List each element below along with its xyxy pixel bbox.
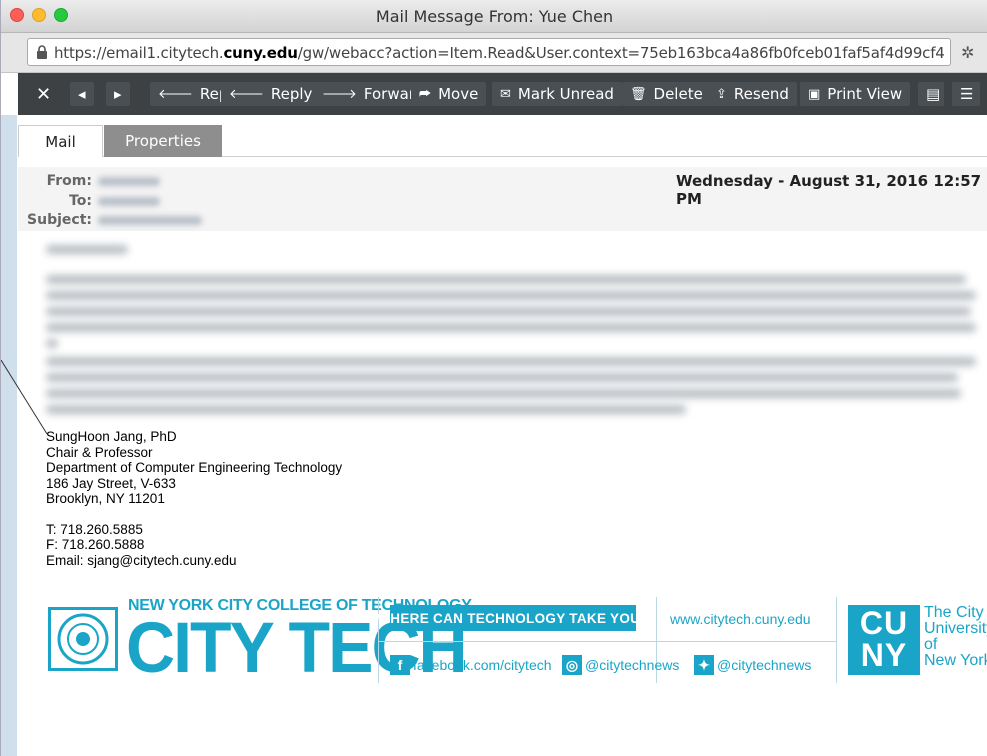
body-text-redacted: [46, 245, 128, 254]
move-button[interactable]: ⮫ Move: [411, 82, 487, 106]
to-label: To:: [69, 193, 92, 209]
twitter-icon: ✦: [694, 655, 714, 675]
signature-fax: F: 718.260.5888: [46, 537, 145, 552]
arrow-left-icon: 🡐: [229, 87, 264, 102]
body-text-redacted: [46, 339, 58, 348]
message-date: Wednesday - August 31, 2016 12:57 PM: [676, 172, 982, 208]
arrow-left-icon: 🡐: [158, 87, 193, 102]
print-view-button[interactable]: ▣ Print View: [800, 82, 911, 106]
signature-name: SungHoon Jang, PhD: [46, 429, 177, 444]
body-text-redacted: [46, 323, 976, 332]
subject-value-redacted: [98, 216, 202, 225]
college-seal-icon: [48, 607, 118, 671]
body-text-redacted: [46, 291, 976, 300]
cuny-logo: CU NY: [848, 605, 920, 675]
facebook-icon: f: [390, 655, 410, 675]
options-button[interactable]: ☰: [952, 82, 980, 106]
email-signature: SungHoon Jang, PhD Chair & Professor Dep…: [46, 429, 342, 568]
message-header: From: To: Subject: Wednesday - August 31…: [18, 167, 987, 231]
body-text-redacted: [46, 405, 686, 414]
address-bar[interactable]: https://email1.citytech.cuny.edu/gw/weba…: [27, 38, 951, 66]
mail-window: Mail Message From: Yue Chen https://emai…: [0, 0, 987, 756]
layout-icon: ▤: [926, 85, 941, 103]
move-icon: ⮫: [419, 86, 432, 102]
delete-button[interactable]: 🗑 Delete: [622, 82, 711, 106]
window-title: Mail Message From: Yue Chen: [375, 7, 614, 26]
extension-icon[interactable]: ✲: [961, 43, 974, 63]
callout-line: [1, 360, 48, 435]
body-text-redacted: [46, 275, 966, 284]
from-value-redacted: [98, 177, 160, 186]
list-icon: ☰: [960, 85, 974, 103]
website-link[interactable]: www.citytech.cuny.edu: [670, 611, 811, 627]
to-value-redacted: [98, 197, 160, 206]
facebook-link[interactable]: f facebook.com/citytech: [390, 655, 552, 675]
title-bar: Mail Message From: Yue Chen: [1, 0, 987, 33]
address-bar-row: https://email1.citytech.cuny.edu/gw/weba…: [1, 33, 987, 73]
lock-icon: [37, 45, 47, 59]
next-message-button[interactable]: ▸: [106, 82, 130, 106]
mark-unread-button[interactable]: ✉ Mark Unread: [492, 82, 622, 106]
body-text-redacted: [46, 389, 961, 398]
from-label: From:: [46, 173, 92, 189]
close-message-button[interactable]: ✕: [28, 82, 59, 106]
url-text: https://email1.citytech.cuny.edu/gw/weba…: [54, 44, 944, 62]
signature-phone: T: 718.260.5885: [46, 521, 143, 537]
tab-mail[interactable]: Mail: [18, 125, 103, 157]
tab-properties[interactable]: Properties: [104, 125, 222, 157]
previous-message-button[interactable]: ◂: [70, 82, 94, 106]
print-icon: ▣: [808, 86, 821, 102]
instagram-link[interactable]: ◎ @citytechnews: [562, 655, 679, 675]
body-text-redacted: [46, 307, 971, 316]
message-body: SungHoon Jang, PhD Chair & Professor Dep…: [18, 231, 987, 756]
signature-department: Department of Computer Engineering Techn…: [46, 460, 343, 475]
signature-street: 186 Jay Street, V-633: [46, 475, 176, 491]
chevron-left-icon: ◂: [78, 85, 86, 103]
citytech-banner: NEW YORK CITY COLLEGE OF TECHNOLOGY CITY…: [48, 595, 987, 688]
body-text-redacted: [46, 357, 976, 366]
cuny-name: The City University of New York: [924, 604, 987, 669]
envelope-icon: ✉: [500, 86, 511, 102]
resend-icon: ⇪: [716, 86, 727, 102]
body-text-redacted: [46, 373, 958, 382]
chevron-right-icon: ▸: [114, 85, 122, 103]
signature-city: Brooklyn, NY 11201: [46, 491, 165, 506]
tagline-badge: WHERE CAN TECHNOLOGY TAKE YOU?: [377, 605, 648, 631]
twitter-link[interactable]: ✦ @citytechnews: [694, 655, 811, 675]
instagram-icon: ◎: [562, 655, 582, 675]
message-tabs: Mail Properties: [18, 115, 987, 157]
signature-title: Chair & Professor: [46, 444, 153, 460]
view-toggle-button[interactable]: ▤: [918, 82, 944, 106]
trash-icon: 🗑: [630, 86, 647, 102]
subject-label: Subject:: [27, 212, 92, 228]
resend-button[interactable]: ⇪ Resend: [708, 82, 797, 106]
arrow-right-icon: 🡒: [322, 87, 357, 102]
message-toolbar: ✕ ◂ ▸ 🡐Reply 🡐Reply All 🡒Forward ⮫Move ✉…: [18, 73, 987, 115]
signature-email: Email: sjang@citytech.cuny.edu: [46, 552, 237, 568]
